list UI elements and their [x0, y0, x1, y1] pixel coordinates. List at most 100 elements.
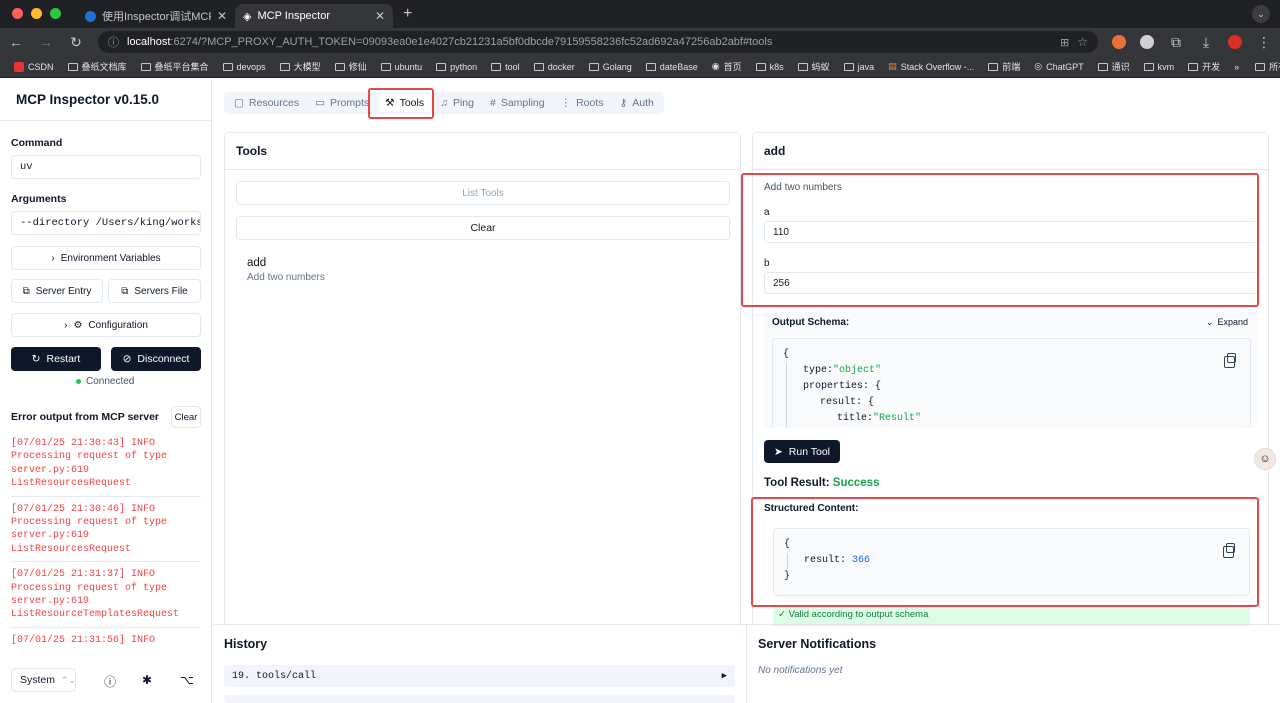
bookmark-folder[interactable]: 叠纸平台集合 [135, 60, 215, 73]
profile-avatar[interactable] [1228, 35, 1242, 49]
command-input[interactable]: uv [11, 155, 201, 179]
extensions-puzzle-icon[interactable]: ⧉ [1168, 34, 1184, 51]
new-tab-button[interactable]: + [393, 5, 422, 28]
folder-icon [1255, 62, 1266, 71]
tab-ping[interactable]: ♫ Ping [433, 94, 481, 112]
site-info-icon[interactable]: ⓘ [108, 34, 119, 50]
status-text: Connected [86, 376, 135, 387]
forward-icon[interactable]: → [38, 34, 54, 50]
bookmark-folder[interactable]: devops [217, 62, 272, 72]
tool-name: add [247, 257, 267, 269]
address-bar[interactable]: ⓘ localhost:6274/?MCP_PROXY_AUTH_TOKEN=0… [98, 31, 1098, 53]
maximize-window-button[interactable] [50, 8, 61, 19]
bookmark-item[interactable]: ◎ ChatGPT [1028, 61, 1089, 72]
expand-schema-button[interactable]: ⌄ Expand [1206, 317, 1248, 328]
bookmark-folder[interactable]: k8s [750, 62, 790, 72]
configuration-button[interactable]: › ⚙ Configuration [11, 313, 201, 337]
bookmark-folder[interactable]: 通识 [1092, 60, 1136, 73]
chevron-down-icon: ⌄ [1205, 317, 1214, 327]
servers-file-button[interactable]: ⧉ Servers File [108, 279, 201, 303]
github-icon[interactable]: ⌥ [180, 673, 194, 687]
bookmark-folder[interactable]: Golang [583, 62, 638, 72]
tab-prompts[interactable]: ▭ Prompts [308, 94, 376, 112]
list-tools-button[interactable]: List Tools [236, 181, 730, 205]
tools-panel-title: Tools [225, 133, 740, 170]
more-bookmarks-button[interactable]: » [1228, 62, 1245, 72]
run-tool-button[interactable]: ➤ Run Tool [764, 440, 840, 463]
send-icon: ➤ [773, 445, 783, 458]
clear-tools-button[interactable]: Clear [236, 216, 730, 240]
bookmark-folder[interactable]: 修仙 [329, 60, 373, 73]
bookmark-folder[interactable]: ubuntu [375, 62, 429, 72]
extension-icon-2[interactable] [1140, 35, 1154, 49]
close-window-button[interactable] [12, 8, 23, 19]
url-host: localhost [127, 36, 171, 48]
disconnect-button[interactable]: ⊘ Disconnect [111, 347, 201, 371]
browser-menu-icon[interactable]: ⋮ [1256, 34, 1272, 51]
url-path: :6274/?MCP_PROXY_AUTH_TOKEN=09093ea0e1e4… [170, 36, 773, 48]
clear-errors-button[interactable]: Clear [171, 406, 201, 428]
close-tab-icon[interactable]: ✕ [217, 9, 227, 23]
folder-icon [279, 62, 290, 71]
bookmark-folder[interactable]: java [838, 62, 881, 72]
arguments-input[interactable]: --directory /Users/king/workspa [11, 211, 201, 235]
minimize-window-button[interactable] [31, 8, 42, 19]
bookmark-folder[interactable]: 叠纸文档库 [62, 60, 133, 73]
back-icon[interactable]: ← [8, 34, 24, 50]
tab-roots[interactable]: ⋮ Roots [554, 94, 611, 112]
bookmark-folder[interactable]: docker [528, 62, 581, 72]
connection-status: Connected [76, 376, 134, 387]
download-icon[interactable]: ⤓ [1198, 34, 1214, 51]
server-entry-button[interactable]: ⧉ Server Entry [11, 279, 103, 303]
environment-variables-button[interactable]: › Environment Variables [11, 246, 201, 270]
bookmark-star-icon[interactable]: ☆ [1077, 35, 1088, 49]
log-entry: [07/01/25 21:31:37] INFO Processing reque… [11, 568, 201, 628]
bookmark-item[interactable]: CSDN [8, 61, 60, 72]
bug-icon[interactable]: ✱ [142, 673, 152, 687]
tool-detail-title: add [753, 133, 1268, 170]
folder-icon [1097, 62, 1108, 71]
expand-arrow-icon[interactable]: ▶ [722, 671, 727, 681]
bookmark-folder[interactable]: 蚂蚁 [792, 60, 836, 73]
history-item[interactable]: 19. tools/call ▶ [224, 665, 735, 687]
history-title: History [224, 637, 268, 651]
bookmark-folder[interactable]: kvm [1138, 62, 1181, 72]
bookmark-item[interactable]: ◉ 首页 [706, 60, 748, 73]
browser-tab-2[interactable]: ◈ MCP Inspector ✕ [235, 4, 393, 28]
main-content: ▢ Resources ▭ Prompts ⚒ Tools ♫ Ping # Sampli… [213, 79, 1280, 703]
theme-select[interactable]: System ⌃⌄ [11, 668, 76, 692]
chevron-updown-icon: ⌃⌄ [61, 674, 77, 685]
copy-schema-icon[interactable] [1224, 353, 1236, 368]
params-highlight [741, 173, 1259, 307]
bookmark-folder[interactable]: tool [485, 62, 526, 72]
tab-auth[interactable]: ⚷ Auth [613, 94, 661, 112]
copy-icon: ⧉ [22, 285, 30, 297]
help-icon[interactable]: ⓘ [104, 673, 116, 690]
translate-icon[interactable]: ⊞ [1060, 36, 1069, 49]
restart-button[interactable]: ↻ Restart [11, 347, 101, 371]
tab-resources[interactable]: ▢ Resources [227, 94, 306, 112]
browser-tab-1[interactable]: 使用Inspector调试MCP服务 - ✕ [77, 4, 235, 28]
tab-search-button[interactable]: ⌄ [1252, 5, 1270, 23]
bookmark-folder[interactable]: 开发 [1182, 60, 1226, 73]
globe-icon: ◉ [711, 61, 720, 71]
bookmark-item[interactable]: ▤ Stack Overflow -... [882, 61, 980, 72]
assistant-avatar[interactable]: ☺ [1254, 448, 1276, 470]
all-bookmarks-folder[interactable]: 所有书签 [1249, 60, 1280, 73]
bookmark-folder[interactable]: python [430, 62, 483, 72]
reload-icon[interactable]: ↻ [68, 34, 84, 51]
app-root: MCP Inspector v0.15.0 Command uv Argumen… [0, 79, 1280, 703]
bookmark-folder[interactable]: 前端 [982, 60, 1026, 73]
history-item[interactable] [224, 695, 735, 703]
notifications-title: Server Notifications [758, 637, 877, 651]
close-tab-icon[interactable]: ✕ [375, 9, 385, 23]
log-entry: [07/01/25 21:31:56] INFO [11, 634, 156, 646]
bookmark-folder[interactable]: 大模型 [274, 60, 327, 73]
bookmark-folder[interactable]: dateBase [640, 62, 704, 72]
tool-list-item-add[interactable]: add Add two numbers [236, 251, 730, 289]
extension-icon[interactable] [1112, 35, 1126, 49]
button-label: Disconnect [137, 353, 190, 365]
globe-icon [85, 10, 96, 22]
tab-sampling[interactable]: # Sampling [483, 94, 552, 112]
tools-panel: Tools List Tools Clear add Add two numbe… [224, 132, 741, 626]
